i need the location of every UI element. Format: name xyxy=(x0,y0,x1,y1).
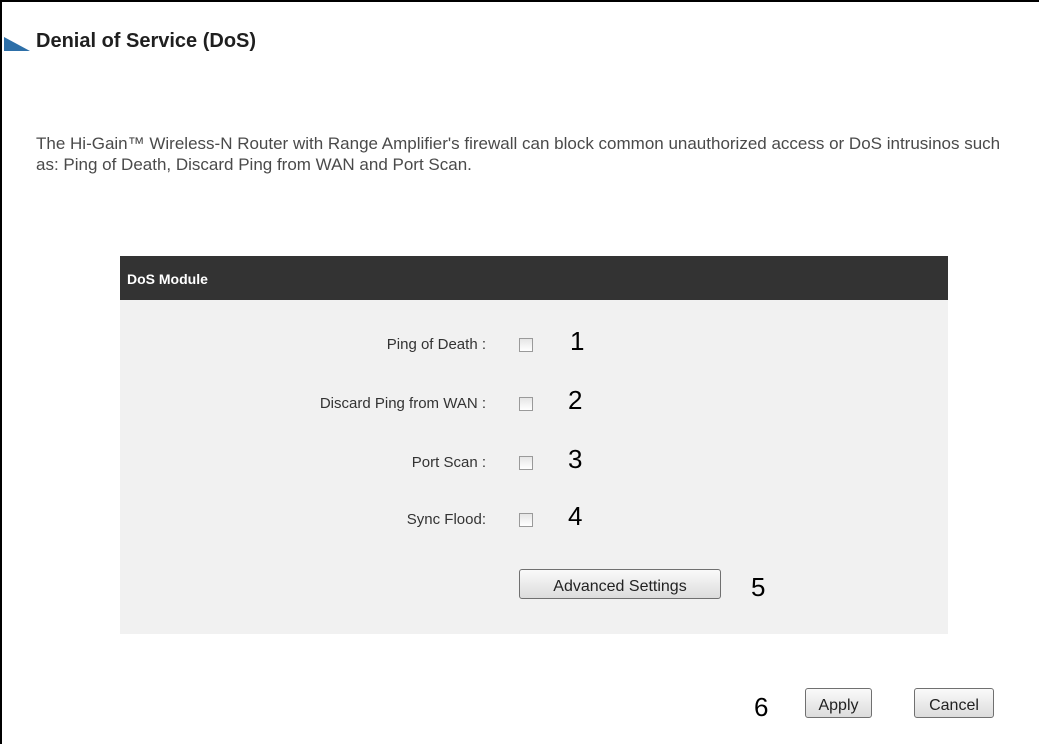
callout-4: 4 xyxy=(568,501,583,531)
apply-button[interactable]: Apply xyxy=(805,688,872,718)
page-title: Denial of Service (DoS) xyxy=(36,30,257,52)
advanced-settings-button[interactable]: Advanced Settings xyxy=(519,569,721,599)
sync-flood-checkbox[interactable] xyxy=(519,513,533,527)
callout-5: 5 xyxy=(751,572,766,602)
callout-1: 1 xyxy=(570,326,585,356)
port-scan-checkbox[interactable] xyxy=(519,456,533,470)
dos-module-panel: DoS Module Ping of Death : 1 Discard Pin… xyxy=(120,256,948,634)
discard-ping-from-wan-checkbox[interactable] xyxy=(519,397,533,411)
callout-2: 2 xyxy=(568,385,583,415)
cancel-button[interactable]: Cancel xyxy=(914,688,994,718)
dos-module-header: DoS Module xyxy=(120,256,948,300)
ping-of-death-checkbox[interactable] xyxy=(519,338,533,352)
ping-of-death-label: Ping of Death : xyxy=(386,336,486,353)
callout-6: 6 xyxy=(754,692,769,722)
port-scan-label: Port Scan : xyxy=(411,454,486,471)
page-description: The Hi-Gain™ Wireless-N Router with Rang… xyxy=(36,134,1001,174)
callout-3: 3 xyxy=(568,444,583,474)
title-marker-icon xyxy=(4,37,30,51)
sync-flood-label: Sync Flood: xyxy=(406,511,486,528)
discard-ping-from-wan-label: Discard Ping from WAN : xyxy=(319,395,486,412)
